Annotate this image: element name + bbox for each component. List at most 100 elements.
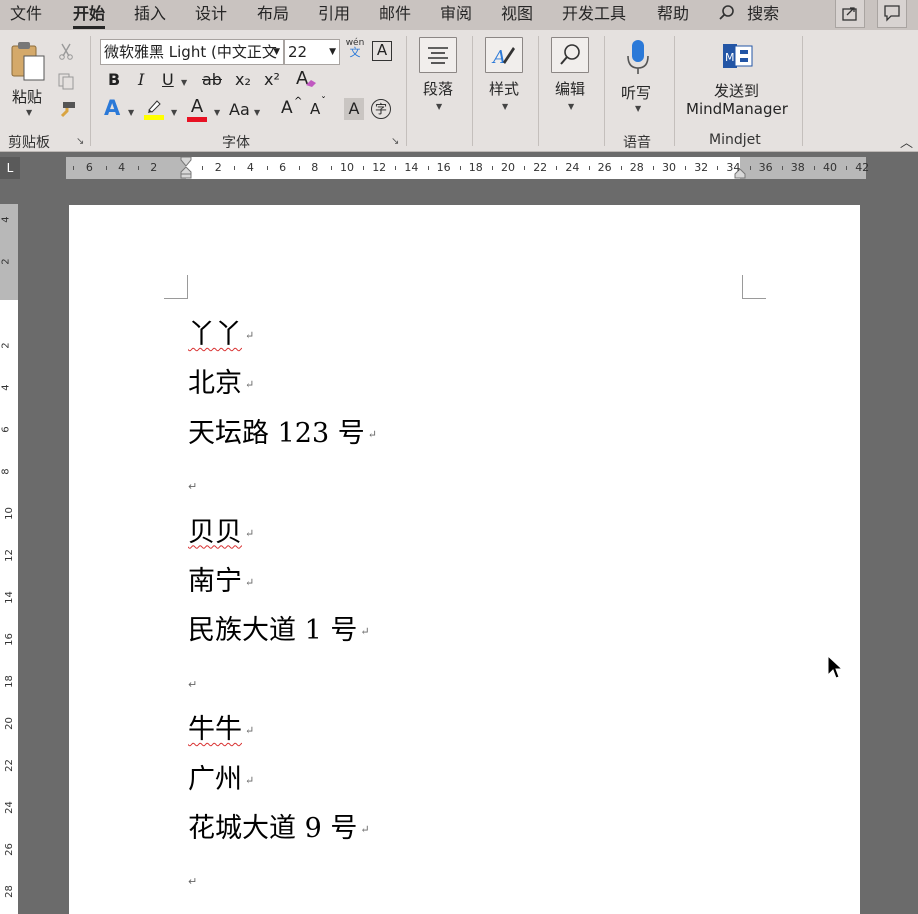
vertical-ruler-number: 28 (3, 885, 15, 898)
enclose-characters-button[interactable]: 字 (371, 99, 391, 119)
tab-selector[interactable]: L (0, 157, 20, 179)
ruler-number: 18 (468, 161, 483, 174)
send-to-mindmanager-button[interactable]: M 发送到 MindManager (684, 40, 792, 120)
vertical-ruler-number: 22 (3, 759, 15, 772)
document-paragraph[interactable]: 民族大道 1 号 ↵ (188, 608, 370, 647)
paste-dropdown-icon: ▼ (26, 108, 33, 117)
ruler-number: 6 (85, 161, 93, 174)
search-label: 搜索 (747, 4, 780, 23)
paste-button[interactable]: 粘贴 ▼ (8, 40, 48, 117)
italic-button[interactable]: I (138, 70, 144, 89)
ruler-number: 26 (597, 161, 612, 174)
paragraph-mark: ↵ (360, 823, 370, 836)
tab-design[interactable]: 设计 (195, 3, 227, 27)
tab-layout[interactable]: 布局 (257, 3, 289, 27)
search-tell-me[interactable]: 搜索 (718, 3, 779, 27)
paragraph-text: 民族大道 1 号 (188, 615, 358, 647)
tab-references[interactable]: 引用 (318, 3, 350, 27)
editing-button[interactable]: 编辑 ▼ (550, 36, 592, 116)
bold-button[interactable]: B (108, 70, 120, 89)
tab-insert[interactable]: 插入 (134, 3, 166, 27)
clipboard-launcher-icon[interactable]: ↘ (76, 136, 84, 147)
paragraph-text: 北京 (188, 368, 242, 400)
tab-view[interactable]: 视图 (501, 3, 533, 27)
format-painter-icon[interactable] (57, 100, 77, 118)
mouse-pointer-icon (827, 655, 843, 679)
dictate-dropdown-icon: ▼ (635, 104, 642, 113)
tab-file[interactable]: 文件 (10, 3, 42, 27)
font-name-combo[interactable]: 微软雅黑 Light (中文正文 ▼ (100, 39, 284, 65)
shrink-font-caret-icon: ˇ (321, 96, 326, 107)
font-color-dropdown-icon[interactable]: ▼ (214, 108, 220, 117)
grow-font-button[interactable]: A (281, 98, 293, 118)
styles-button[interactable]: A 样式 ▼ (484, 36, 526, 116)
vertical-ruler[interactable]: 4 2 2 4 6 8 10 12 14 16 18 20 22 24 26 28 (0, 204, 18, 914)
shrink-font-button[interactable]: A (310, 100, 320, 118)
tab-help[interactable]: 帮助 (657, 3, 689, 27)
change-case-button[interactable]: Aa (229, 100, 250, 119)
clipboard-group-label: 剪贴板 (8, 135, 50, 151)
document-paragraph[interactable]: 南宁 ↵ (188, 559, 254, 598)
highlight-dropdown-icon[interactable]: ▼ (171, 108, 177, 117)
document-paragraph[interactable]: 牛牛 ↵ (188, 707, 254, 746)
change-case-dropdown-icon[interactable]: ▼ (254, 108, 260, 117)
paragraph-button[interactable]: 段落 ▼ (418, 36, 460, 116)
document-paragraph[interactable]: 北京 ↵ (188, 361, 254, 400)
subscript-button[interactable]: x₂ (235, 70, 251, 89)
horizontal-ruler[interactable]: 6 4 2 2 4 6 8 10 12 14 16 18 20 22 24 26 28 30 32 34 36 38 40 4… (66, 157, 869, 179)
font-size-combo[interactable]: 22 ▼ (284, 39, 340, 65)
vertical-ruler-number: 16 (3, 633, 15, 646)
tab-developer[interactable]: 开发工具 (562, 3, 626, 27)
paste-icon (11, 42, 45, 81)
comments-button[interactable] (877, 0, 907, 28)
document-paragraph[interactable]: 贝贝 ↵ (188, 510, 254, 549)
character-border-button[interactable]: A (372, 41, 392, 61)
copy-icon[interactable] (57, 72, 75, 90)
clear-formatting-button[interactable]: A (296, 68, 320, 92)
share-button[interactable] (835, 0, 865, 28)
text-effects-button[interactable]: A (104, 96, 120, 120)
ruler-tick (749, 166, 751, 170)
phonetic-guide-button[interactable]: wén 文 (344, 38, 366, 64)
document-paragraph[interactable]: 广州 ↵ (188, 757, 254, 796)
strikethrough-button[interactable]: ab (202, 70, 222, 89)
tab-review[interactable]: 审阅 (440, 3, 472, 27)
empty-paragraph[interactable]: ↵ (188, 875, 197, 888)
font-launcher-icon[interactable]: ↘ (391, 136, 399, 147)
character-shading-button[interactable]: A (344, 98, 364, 120)
document-paragraph[interactable]: 天坛路 123 号 ↵ (188, 411, 377, 450)
document-paragraph[interactable]: 丫丫 ↵ (188, 312, 254, 351)
superscript-button[interactable]: x² (264, 70, 280, 89)
dictate-button[interactable]: 听写 ▼ (618, 38, 660, 118)
paragraph-mark: ↵ (360, 625, 370, 639)
underline-button[interactable]: U (162, 70, 174, 89)
empty-paragraph[interactable]: ↵ (188, 480, 197, 493)
paragraph-align-icon (428, 47, 448, 64)
tab-mailings[interactable]: 邮件 (379, 3, 411, 27)
ruler-tick (73, 166, 75, 170)
vertical-ruler-number: 26 (3, 843, 15, 856)
underline-dropdown-icon[interactable]: ▼ (181, 78, 187, 87)
document-paragraph[interactable]: 花城大道 9 号 ↵ (188, 806, 370, 845)
cut-icon[interactable] (57, 42, 75, 60)
collapse-ribbon-icon[interactable]: ︿ (900, 132, 913, 151)
highlight-button[interactable] (143, 98, 165, 122)
first-line-indent-marker[interactable] (180, 157, 192, 167)
text-effects-dropdown-icon[interactable]: ▼ (128, 108, 134, 117)
paragraph-mark: ↵ (367, 427, 377, 441)
tab-home[interactable]: 开始 (73, 3, 106, 29)
paragraph-mark: ↵ (245, 773, 255, 787)
empty-paragraph[interactable]: ↵ (188, 678, 197, 691)
ribbon-home: 粘贴 ▼ 剪贴板 ↘ 微软雅黑 Light (中文正文 ▼ 22 ▼ wén 文… (0, 30, 918, 152)
document-page[interactable]: 丫丫 ↵ 北京 ↵ 天坛路 123 号 ↵ ↵ 贝贝 ↵ 南宁 ↵ 民族大道 1 号 ↵ ↵ 牛牛 ↵ 广州 ↵ 花… (69, 205, 860, 914)
highlight-color-bar (144, 115, 164, 120)
paragraph-text: 牛牛 (188, 714, 242, 746)
editing-icon-frame (551, 37, 589, 73)
font-name-value: 微软雅黑 Light (中文正文 (104, 43, 277, 61)
mindmanager-icon: M (723, 44, 753, 68)
group-separator (472, 36, 473, 146)
hanging-indent-marker[interactable] (180, 167, 192, 179)
highlighter-icon (148, 100, 161, 113)
font-color-button[interactable]: A (186, 96, 208, 122)
share-icon (842, 7, 857, 21)
